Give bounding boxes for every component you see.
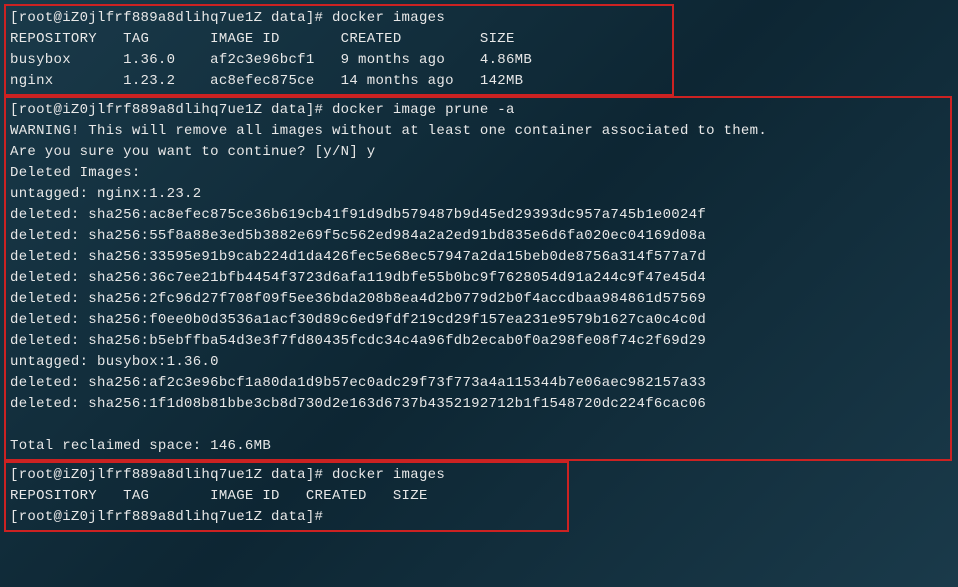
untagged-line: untagged: nginx:1.23.2	[10, 184, 946, 205]
table-row: nginx 1.23.2 ac8efec875ce 14 months ago …	[10, 71, 668, 92]
blank-line	[10, 415, 946, 436]
terminal-block-3: [root@iZ0jlfrf889a8dlihq7ue1Z data]# doc…	[4, 461, 569, 532]
command-line: [root@iZ0jlfrf889a8dlihq7ue1Z data]# doc…	[10, 100, 946, 121]
command-line: [root@iZ0jlfrf889a8dlihq7ue1Z data]# doc…	[10, 465, 563, 486]
deleted-line: deleted: sha256:b5ebffba54d3e3f7fd80435f…	[10, 331, 946, 352]
table-header: REPOSITORY TAG IMAGE ID CREATED SIZE	[10, 486, 563, 507]
deleted-line: deleted: sha256:2fc96d27f708f09f5ee36bda…	[10, 289, 946, 310]
deleted-line: deleted: sha256:55f8a88e3ed5b3882e69f5c5…	[10, 226, 946, 247]
table-row: busybox 1.36.0 af2c3e96bcf1 9 months ago…	[10, 50, 668, 71]
table-header: REPOSITORY TAG IMAGE ID CREATED SIZE	[10, 29, 668, 50]
warning-text: WARNING! This will remove all images wit…	[10, 121, 946, 142]
terminal-block-1: [root@iZ0jlfrf889a8dlihq7ue1Z data]# doc…	[4, 4, 674, 96]
reclaimed-space: Total reclaimed space: 146.6MB	[10, 436, 946, 457]
untagged-line: untagged: busybox:1.36.0	[10, 352, 946, 373]
terminal-block-2: [root@iZ0jlfrf889a8dlihq7ue1Z data]# doc…	[4, 96, 952, 461]
deleted-line: deleted: sha256:36c7ee21bfb4454f3723d6af…	[10, 268, 946, 289]
deleted-line: deleted: sha256:33595e91b9cab224d1da426f…	[10, 247, 946, 268]
command-prompt: [root@iZ0jlfrf889a8dlihq7ue1Z data]#	[10, 507, 563, 528]
deleted-line: deleted: sha256:af2c3e96bcf1a80da1d9b57e…	[10, 373, 946, 394]
confirm-prompt: Are you sure you want to continue? [y/N]…	[10, 142, 946, 163]
deleted-header: Deleted Images:	[10, 163, 946, 184]
deleted-line: deleted: sha256:f0ee0b0d3536a1acf30d89c6…	[10, 310, 946, 331]
command-line: [root@iZ0jlfrf889a8dlihq7ue1Z data]# doc…	[10, 8, 668, 29]
deleted-line: deleted: sha256:ac8efec875ce36b619cb41f9…	[10, 205, 946, 226]
deleted-line: deleted: sha256:1f1d08b81bbe3cb8d730d2e1…	[10, 394, 946, 415]
